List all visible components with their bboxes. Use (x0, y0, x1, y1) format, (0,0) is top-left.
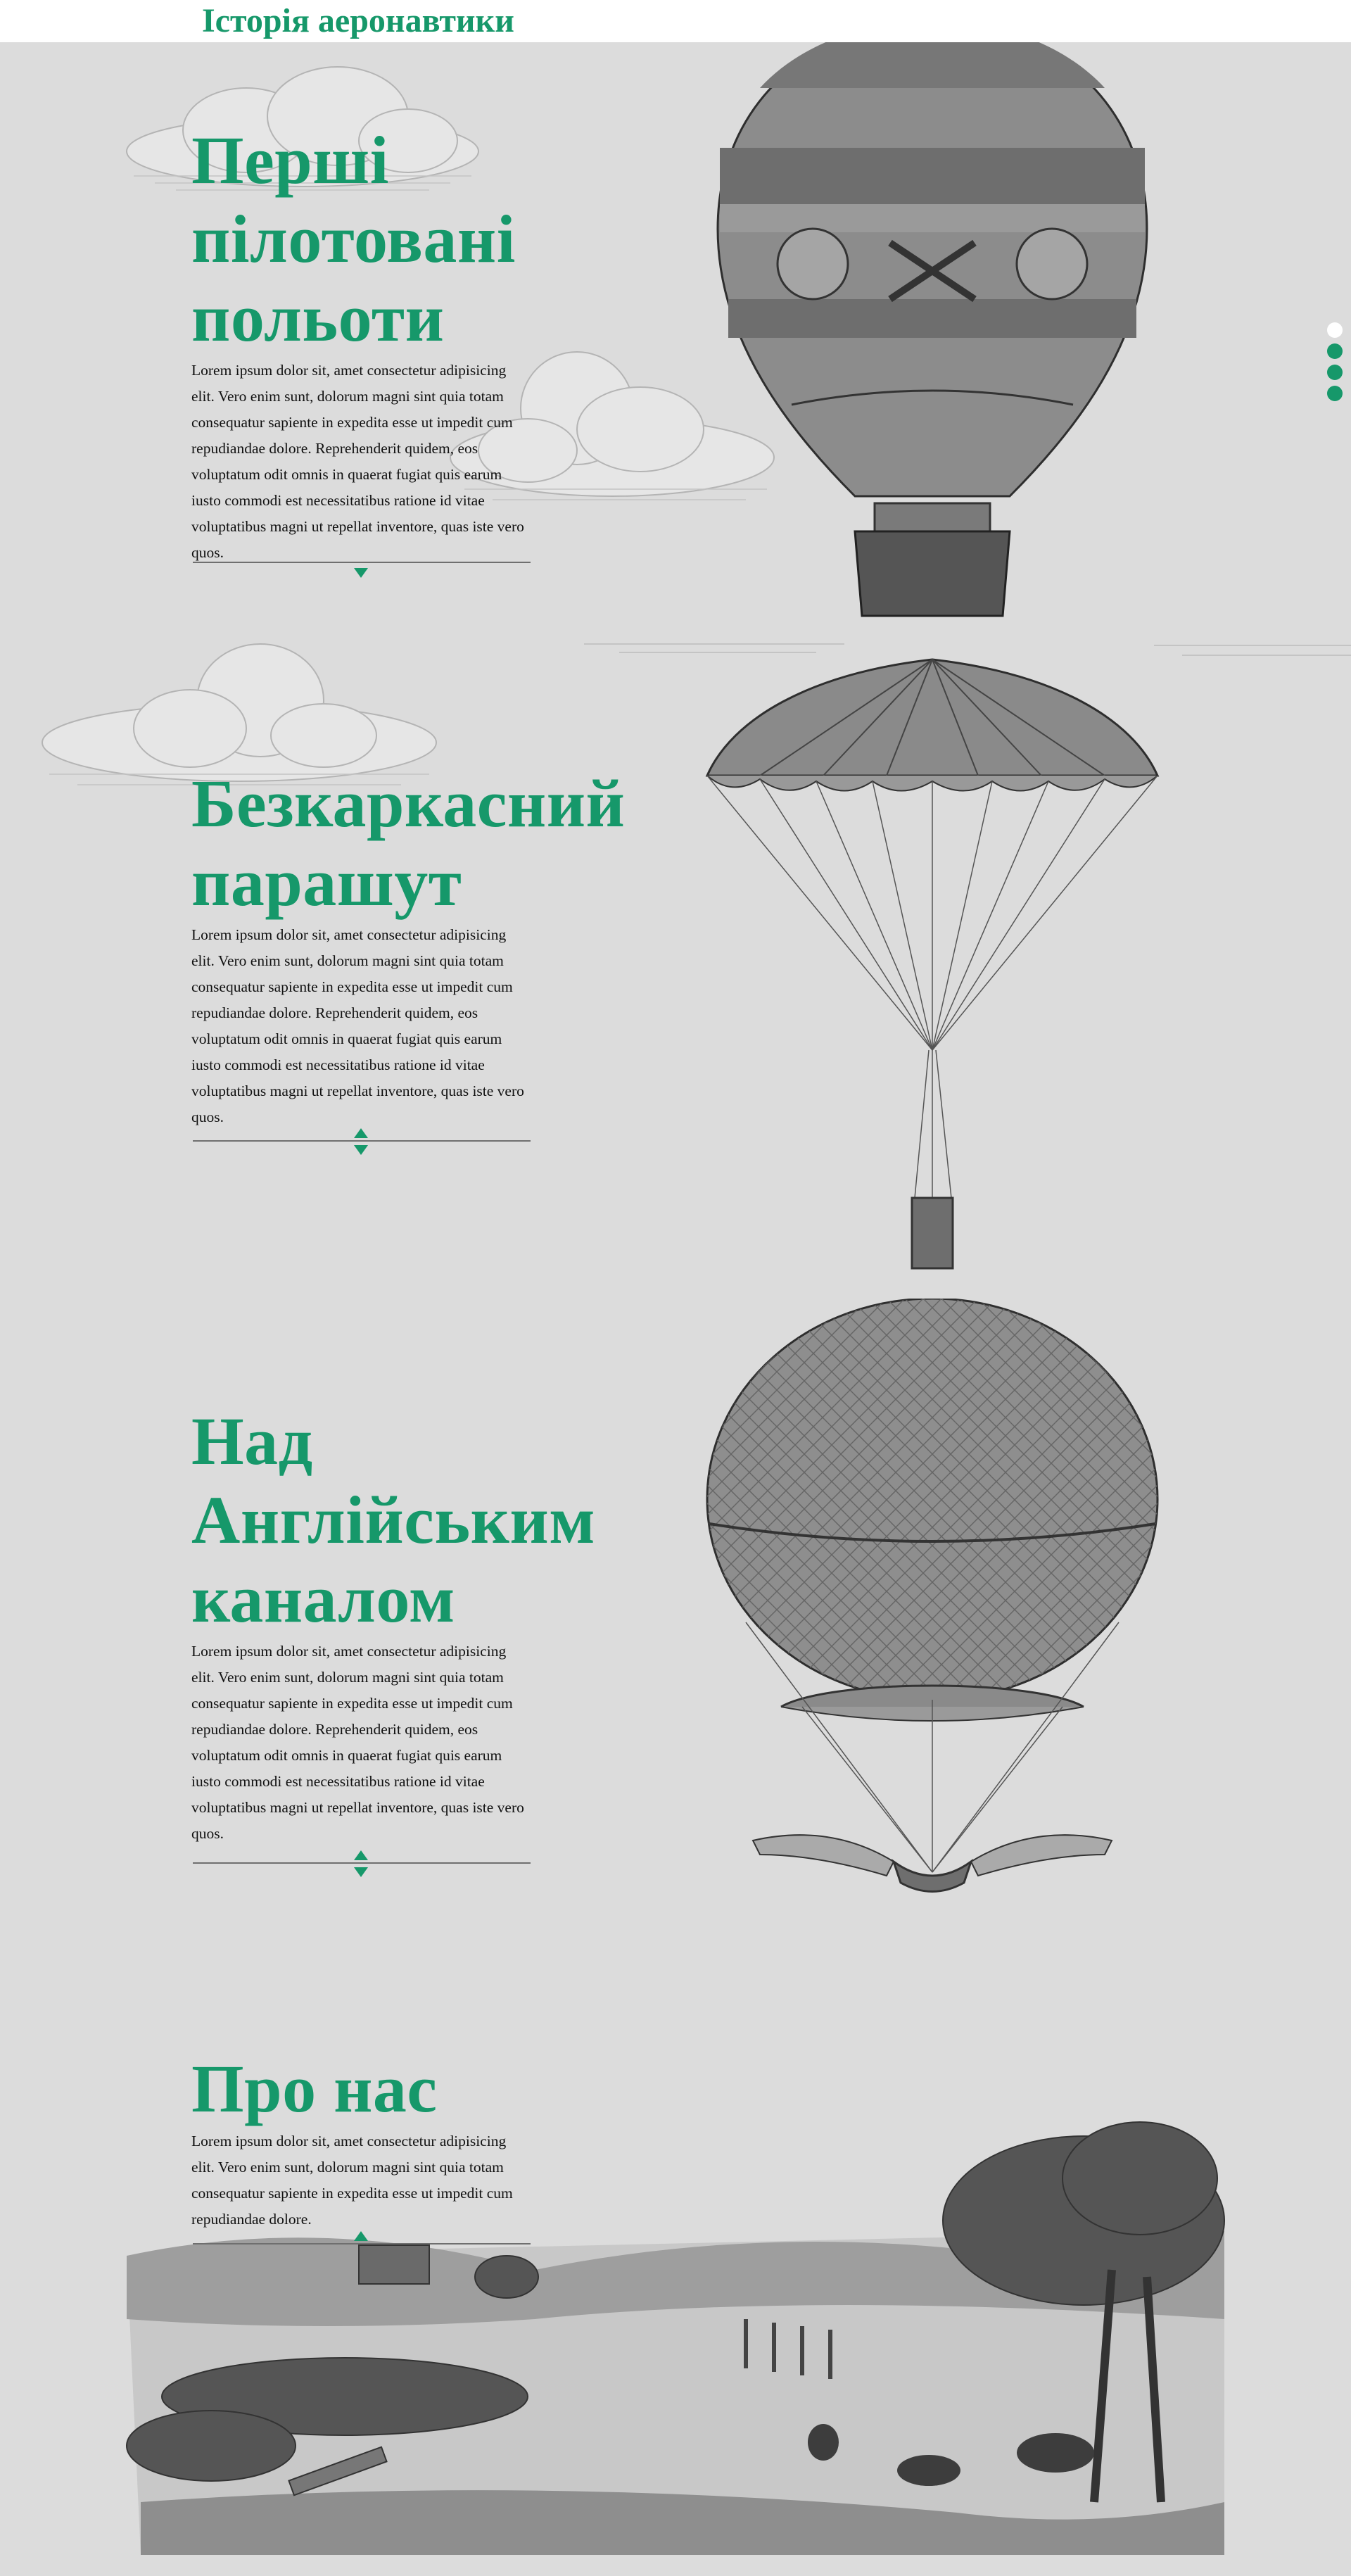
section-title: Про нас (191, 2051, 438, 2126)
section-frameless-parachute: Безкаркасний парашут Lorem ipsum dolor s… (191, 764, 626, 1130)
arrow-up-icon[interactable] (354, 1128, 368, 1138)
arrow-down-icon[interactable] (354, 568, 368, 578)
section-body: Lorem ipsum dolor sit, amet consectetur … (191, 1643, 524, 1842)
section-dot-nav (1327, 322, 1343, 401)
arrow-down-icon[interactable] (354, 1867, 368, 1877)
section-divider (193, 1862, 531, 1864)
nav-dot-2[interactable] (1327, 343, 1343, 359)
section-title: Безкаркасний парашут (191, 766, 626, 920)
section-divider (193, 2243, 531, 2244)
section-english-channel: Над Англійським каналом Lorem ipsum dolo… (191, 1402, 596, 1847)
parachute-illustration (705, 658, 1160, 1270)
section-body: Lorem ipsum dolor sit, amet consectetur … (191, 362, 524, 561)
channel-balloon-illustration (706, 1299, 1159, 1893)
nav-dot-1[interactable] (1327, 322, 1343, 338)
nav-dot-4[interactable] (1327, 386, 1343, 401)
site-title[interactable]: Історія аеронавтики (202, 1, 514, 41)
site-header: Історія аеронавтики (0, 0, 1351, 42)
section-body: Lorem ipsum dolor sit, amet consectetur … (191, 926, 524, 1125)
section-about-us: Про нас Lorem ipsum dolor sit, amet cons… (191, 2050, 531, 2233)
section-title: Перші пілотовані польоти (191, 122, 516, 355)
section-divider (193, 1140, 531, 1142)
arrow-down-icon[interactable] (354, 1145, 368, 1155)
arrow-up-icon[interactable] (354, 1850, 368, 1860)
section-divider (193, 562, 531, 563)
section-first-flights: Перші пілотовані польоти Lorem ipsum dol… (191, 121, 531, 566)
montgolfier-balloon-illustration (716, 11, 1148, 617)
section-body: Lorem ipsum dolor sit, amet consectetur … (191, 2133, 513, 2228)
nav-dot-3[interactable] (1327, 365, 1343, 380)
arrow-up-icon[interactable] (354, 2231, 368, 2241)
section-title: Над Англійським каналом (191, 1403, 596, 1636)
